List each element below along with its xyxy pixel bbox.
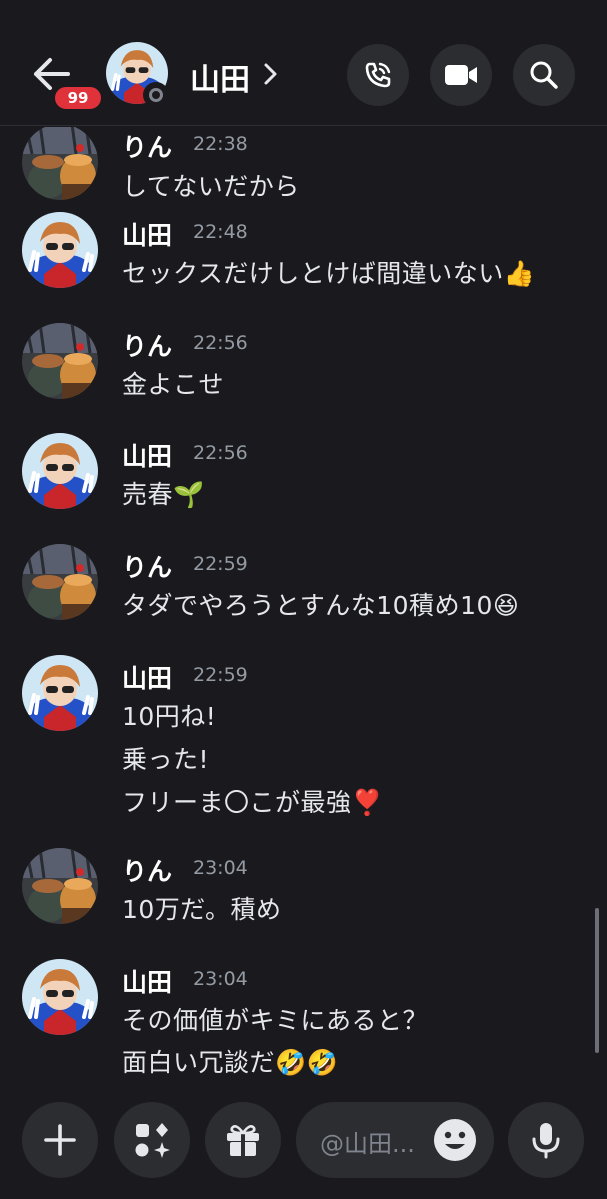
message-timestamp: 22:56 — [193, 442, 248, 464]
avatar[interactable] — [22, 959, 98, 1035]
message-author[interactable]: りん — [122, 327, 172, 363]
message-composer: @山田... — [0, 1084, 607, 1199]
plus-icon — [44, 1124, 76, 1156]
message-author[interactable]: りん — [122, 548, 172, 584]
avatar[interactable] — [22, 212, 98, 288]
chat-title[interactable]: 山田 — [190, 55, 250, 99]
avatar[interactable] — [22, 848, 98, 924]
unread-badge: 99 — [52, 84, 104, 112]
message-timestamp: 22:56 — [193, 332, 248, 354]
scrollbar[interactable] — [595, 908, 599, 1053]
message-text: 10円ね! — [122, 702, 217, 731]
message-text: その価値がキミにあると？ — [122, 1006, 429, 1035]
chevron-right-icon[interactable] — [263, 60, 279, 88]
attach-button[interactable] — [22, 1102, 98, 1178]
message-text: 金よこせ — [122, 370, 225, 399]
avatar[interactable] — [22, 323, 98, 399]
avatar[interactable] — [22, 544, 98, 620]
avatar[interactable] — [22, 127, 98, 200]
message-text: 10万だ。積め — [122, 895, 282, 924]
message-author[interactable]: 山田 — [122, 437, 172, 473]
avatar[interactable] — [22, 655, 98, 731]
message-author[interactable]: 山田 — [122, 963, 172, 999]
message-author[interactable]: 山田 — [122, 659, 172, 695]
message-timestamp: 22:59 — [193, 664, 248, 686]
message-input-placeholder: @山田... — [320, 1130, 415, 1158]
message-timestamp: 22:38 — [193, 133, 248, 155]
message-author[interactable]: 山田 — [122, 216, 172, 252]
message-author[interactable]: りん — [122, 128, 172, 164]
gift-button[interactable] — [205, 1102, 281, 1178]
message-timestamp: 22:59 — [193, 553, 248, 575]
search-icon — [530, 61, 558, 89]
chat-header: 99 山田 — [0, 0, 607, 126]
message-text: タダでやろうとすんな10積め10😆 — [122, 591, 520, 620]
message-input[interactable]: @山田... — [296, 1102, 494, 1178]
apps-sparkle-icon — [135, 1123, 170, 1158]
message-text: セックスだけしとけば間違いない👍 — [122, 259, 536, 288]
gift-icon — [227, 1125, 259, 1156]
message-text: 乗った! — [122, 745, 210, 774]
phone-call-icon — [365, 62, 391, 88]
message-text: フリーま〇こが最強❣️ — [122, 788, 384, 817]
video-call-button[interactable] — [430, 44, 492, 106]
emoji-icon[interactable] — [433, 1118, 477, 1162]
video-camera-icon — [445, 65, 477, 85]
message-list[interactable]: りん 22:38 してないだから 山田 22:48 セックスだけしとけば間違いな… — [0, 127, 607, 1084]
message-text: 面白い冗談だ🤣🤣 — [122, 1048, 339, 1077]
voice-call-button[interactable] — [347, 44, 409, 106]
apps-button[interactable] — [114, 1102, 190, 1178]
offline-status-indicator — [143, 82, 169, 108]
message-timestamp: 23:04 — [193, 857, 248, 879]
message-author[interactable]: りん — [122, 852, 172, 888]
search-button[interactable] — [513, 44, 575, 106]
message-text: してないだから — [122, 172, 300, 201]
voice-message-button[interactable] — [508, 1102, 584, 1178]
message-timestamp: 22:48 — [193, 221, 248, 243]
message-text: 売春🌱 — [122, 480, 205, 509]
message-timestamp: 23:04 — [193, 968, 248, 990]
avatar[interactable] — [22, 433, 98, 509]
microphone-icon — [532, 1123, 560, 1159]
